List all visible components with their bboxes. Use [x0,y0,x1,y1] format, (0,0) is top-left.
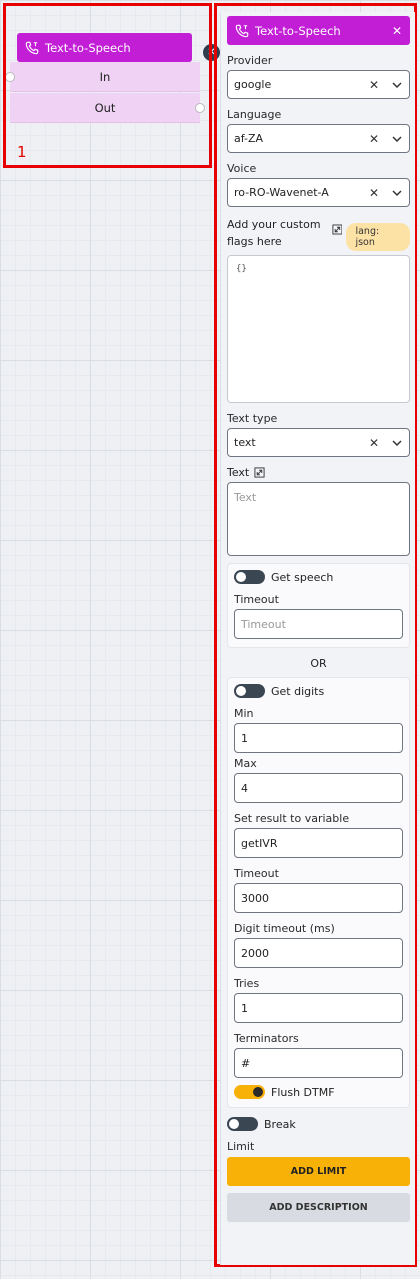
speech-timeout-input[interactable]: Timeout [234,609,403,639]
language-label: Language [227,108,282,121]
digits-timeout-label: Timeout [234,867,279,880]
chevron-down-icon[interactable] [391,133,403,145]
text-input[interactable]: Text [227,482,410,556]
text-type-select[interactable]: text ✕ [227,428,410,457]
lang-badge: lang: json [346,223,410,251]
digit-timeout-label: Digit timeout (ms) [234,922,335,935]
add-description-button[interactable]: ADD DESCRIPTION [227,1193,410,1222]
get-digits-label: Get digits [271,684,325,698]
get-speech-card: Get speech Timeout Timeout [227,563,410,648]
provider-value: google [234,78,272,91]
break-row: Break [227,1117,410,1131]
terminators-input[interactable]: # [234,1048,403,1078]
get-speech-toggle[interactable] [234,570,265,584]
panel-close-icon[interactable]: ✕ [392,24,402,38]
provider-label: Provider [227,54,273,67]
result-variable-label: Set result to variable [234,812,350,825]
voice-label: Voice [227,162,257,175]
settings-panel: Text-to-Speech ✕ Provider google ✕ Langu… [220,12,415,1265]
get-speech-label: Get speech [271,570,334,584]
expand-icon[interactable] [254,467,265,478]
provider-select[interactable]: google ✕ [227,70,410,99]
tries-input[interactable]: 1 [234,993,403,1023]
limit-label: Limit [227,1140,255,1153]
text-label-row: Text [227,466,410,479]
flush-dtmf-label: Flush DTMF [271,1085,335,1099]
voice-value: ro-RO-Wavenet-A [234,186,329,199]
get-digits-row: Get digits [234,684,403,698]
panel-title: Text-to-Speech [255,23,341,38]
annotation-box-1 [3,3,212,168]
add-limit-button[interactable]: ADD LIMIT [227,1157,410,1186]
digit-timeout-input[interactable]: 2000 [234,938,403,968]
text-label: Text [227,466,250,479]
text-type-value: text [234,436,256,449]
panel-header: Text-to-Speech ✕ [227,16,410,45]
expand-icon[interactable] [332,224,343,235]
result-variable-input[interactable]: getIVR [234,828,403,858]
flush-dtmf-row: Flush DTMF [234,1085,403,1099]
chevron-down-icon[interactable] [391,187,403,199]
custom-flags-label: Add your custom flags here [227,218,321,248]
clear-icon[interactable]: ✕ [369,132,379,146]
text-type-label: Text type [227,412,278,425]
get-digits-toggle[interactable] [234,684,265,698]
or-divider: OR [310,657,327,670]
flush-dtmf-toggle[interactable] [234,1085,265,1099]
clear-icon[interactable]: ✕ [369,436,379,450]
annotation-label-1: 1 [17,143,27,161]
language-select[interactable]: af-ZA ✕ [227,124,410,153]
clear-icon[interactable]: ✕ [369,186,379,200]
break-toggle[interactable] [227,1117,258,1131]
clear-icon[interactable]: ✕ [369,78,379,92]
voice-select[interactable]: ro-RO-Wavenet-A ✕ [227,178,410,207]
min-label: Min [234,707,254,720]
get-digits-card: Get digits Min 1 Max 4 Set result to var… [227,677,410,1108]
digits-timeout-input[interactable]: 3000 [234,883,403,913]
speech-timeout-label: Timeout [234,593,279,606]
chevron-down-icon[interactable] [391,437,403,449]
min-input[interactable]: 1 [234,723,403,753]
phone-icon [235,24,249,37]
tries-label: Tries [234,977,260,990]
get-speech-row: Get speech [234,570,403,584]
language-value: af-ZA [234,132,264,145]
max-label: Max [234,757,257,770]
custom-flags-editor[interactable]: {} [227,255,410,403]
custom-flags-row: Add your custom flags here lang: json [227,216,410,251]
chevron-down-icon[interactable] [391,79,403,91]
terminators-label: Terminators [234,1032,299,1045]
max-input[interactable]: 4 [234,773,403,803]
break-label: Break [264,1117,296,1131]
